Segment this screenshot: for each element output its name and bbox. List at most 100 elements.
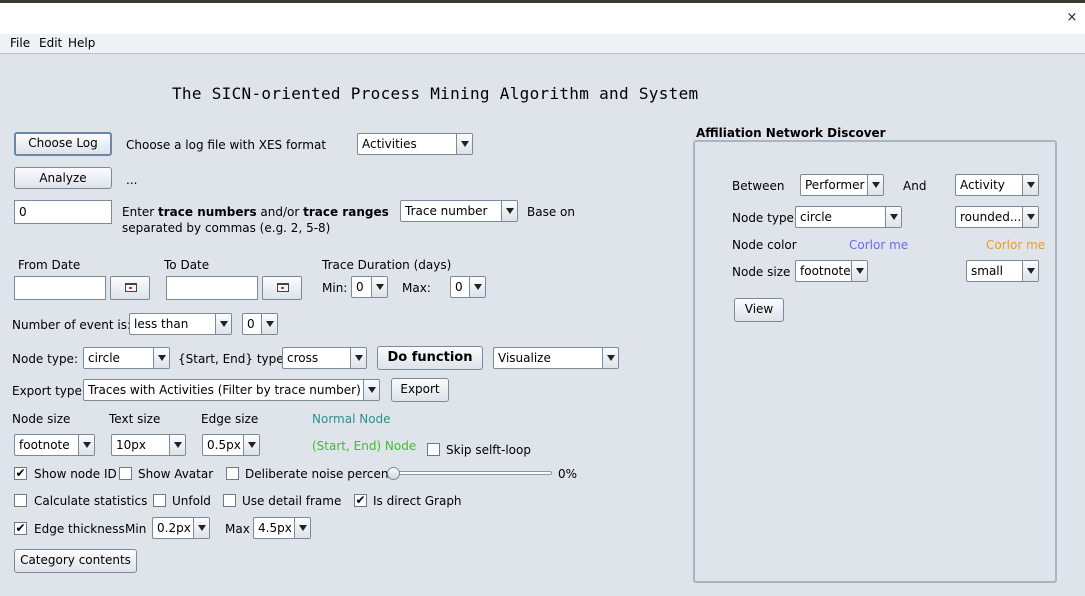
edge-thickness-min-select[interactable]: 0.2px xyxy=(152,517,210,539)
chevron-down-icon xyxy=(501,201,517,221)
choose-log-label: Choose a log file with XES format xyxy=(126,138,327,152)
node-size-select[interactable]: footnote xyxy=(14,434,95,456)
start-end-type-select[interactable]: cross xyxy=(282,347,367,369)
unfold-checkbox[interactable] xyxy=(153,494,166,507)
noise-slider-track[interactable] xyxy=(390,471,552,475)
between-select[interactable]: Performer xyxy=(800,174,884,196)
affiliation-node-type-select-2[interactable]: rounded... xyxy=(955,206,1039,228)
trace-input[interactable]: 0 xyxy=(14,200,112,224)
chevron-down-icon xyxy=(193,518,209,538)
deliberate-noise-checkbox[interactable] xyxy=(226,467,239,480)
chevron-down-icon xyxy=(456,134,472,154)
log-type-select[interactable]: Activities xyxy=(357,133,473,155)
chevron-down-icon xyxy=(851,261,867,281)
duration-max-label: Max: xyxy=(402,281,431,295)
node-type-select[interactable]: circle xyxy=(83,347,170,369)
base-on-select[interactable]: Trace number xyxy=(400,200,518,222)
show-node-id-label: Show node ID xyxy=(34,467,117,481)
to-date-field[interactable] xyxy=(166,276,258,300)
event-comparator-select[interactable]: less than xyxy=(129,313,232,335)
edge-thickness-checkbox[interactable]: ✔ xyxy=(14,522,27,535)
text-size-select[interactable]: 10px xyxy=(111,434,186,456)
is-direct-graph-checkbox[interactable]: ✔ xyxy=(354,494,367,507)
chevron-down-icon xyxy=(78,435,94,455)
noise-slider-thumb[interactable] xyxy=(387,467,400,480)
do-function-button[interactable]: Do function xyxy=(377,346,483,370)
show-node-id-checkbox[interactable]: ✔ xyxy=(14,467,27,480)
text-size-label: Text size xyxy=(109,412,161,426)
affiliation-panel-title: Affiliation Network Discover xyxy=(696,126,886,140)
from-date-field[interactable] xyxy=(14,276,106,300)
chevron-down-icon xyxy=(602,348,618,368)
analyze-button[interactable]: Analyze xyxy=(14,167,112,189)
base-on-label: Base on xyxy=(527,205,575,219)
edge-thickness-min-label: Min xyxy=(125,522,147,536)
node-color-label: Node color xyxy=(732,238,797,252)
use-detail-frame-checkbox[interactable] xyxy=(223,494,236,507)
menu-file[interactable]: File xyxy=(10,36,30,50)
chevron-down-icon xyxy=(350,348,366,368)
chevron-down-icon xyxy=(1022,175,1038,195)
affiliation-node-size-select-2[interactable]: small xyxy=(966,260,1039,282)
chevron-down-icon xyxy=(261,314,277,334)
chevron-down-icon xyxy=(1022,261,1038,281)
between-label: Between xyxy=(732,179,785,193)
duration-min-select[interactable]: 0 xyxy=(351,276,388,298)
affiliation-node-type-label: Node type xyxy=(732,211,794,225)
analyze-status: ... xyxy=(126,173,138,187)
unfold-label: Unfold xyxy=(172,494,211,508)
chevron-down-icon xyxy=(243,435,259,455)
menu-bar xyxy=(0,34,1085,54)
color-me-left[interactable]: Corlor me xyxy=(849,237,908,253)
show-avatar-checkbox[interactable] xyxy=(119,467,132,480)
duration-max-select[interactable]: 0 xyxy=(450,276,486,298)
export-type-select[interactable]: Traces with Activities (Filter by trace … xyxy=(83,379,380,401)
affiliation-node-type-select[interactable]: circle xyxy=(795,206,902,228)
to-date-picker-button[interactable] xyxy=(262,276,302,300)
chevron-down-icon xyxy=(885,207,901,227)
and-select[interactable]: Activity xyxy=(955,174,1039,196)
chevron-down-icon xyxy=(215,314,231,334)
skip-self-loop-checkbox[interactable] xyxy=(427,443,440,456)
calculate-statistics-checkbox[interactable] xyxy=(14,494,27,507)
is-direct-graph-label: Is direct Graph xyxy=(373,494,462,508)
show-avatar-label: Show Avatar xyxy=(138,467,214,481)
event-count-select[interactable]: 0 xyxy=(242,313,278,335)
normal-node-label: Normal Node xyxy=(312,412,391,426)
choose-log-button[interactable]: Choose Log xyxy=(14,132,112,156)
trace-help-line2: separated by commas (e.g. 2, 5-8) xyxy=(122,221,331,235)
trace-help-line1: Enter trace numbers and/or trace ranges xyxy=(122,205,389,219)
start-end-type-label: {Start, End} type: xyxy=(178,352,288,366)
export-type-label: Export type: xyxy=(12,384,86,398)
menu-edit[interactable]: Edit xyxy=(39,36,62,50)
menu-help[interactable]: Help xyxy=(68,36,95,50)
chevron-down-icon xyxy=(1022,207,1038,227)
from-date-label: From Date xyxy=(18,258,81,272)
chevron-down-icon xyxy=(169,435,185,455)
view-button[interactable]: View xyxy=(734,298,784,322)
calendar-icon xyxy=(125,283,137,292)
duration-min-label: Min: xyxy=(322,281,348,295)
noise-value: 0% xyxy=(558,467,578,481)
start-end-node-label: (Start, End) Node xyxy=(312,439,417,453)
category-contents-button[interactable]: Category contents xyxy=(14,549,137,573)
edge-size-select[interactable]: 0.5px xyxy=(202,434,260,456)
close-icon[interactable]: × xyxy=(1063,9,1081,27)
color-me-right[interactable]: Corlor me xyxy=(986,237,1045,253)
and-label: And xyxy=(903,179,927,193)
page-title: The SICN-oriented Process Mining Algorit… xyxy=(172,84,699,103)
title-bar xyxy=(0,3,1085,34)
affiliation-node-size-select[interactable]: footnote xyxy=(795,260,868,282)
chevron-down-icon xyxy=(363,380,379,400)
edge-size-label: Edge size xyxy=(201,412,259,426)
chevron-down-icon xyxy=(153,348,169,368)
export-button[interactable]: Export xyxy=(391,378,449,402)
calculate-statistics-label: Calculate statistics xyxy=(34,494,148,508)
node-size-label: Node size xyxy=(12,412,71,426)
calendar-icon xyxy=(277,283,289,292)
visualize-select[interactable]: Visualize xyxy=(493,347,619,369)
node-type-label: Node type: xyxy=(12,352,78,366)
trace-duration-label: Trace Duration (days) xyxy=(322,258,452,272)
from-date-picker-button[interactable] xyxy=(110,276,150,300)
edge-thickness-max-select[interactable]: 4.5px xyxy=(253,517,311,539)
